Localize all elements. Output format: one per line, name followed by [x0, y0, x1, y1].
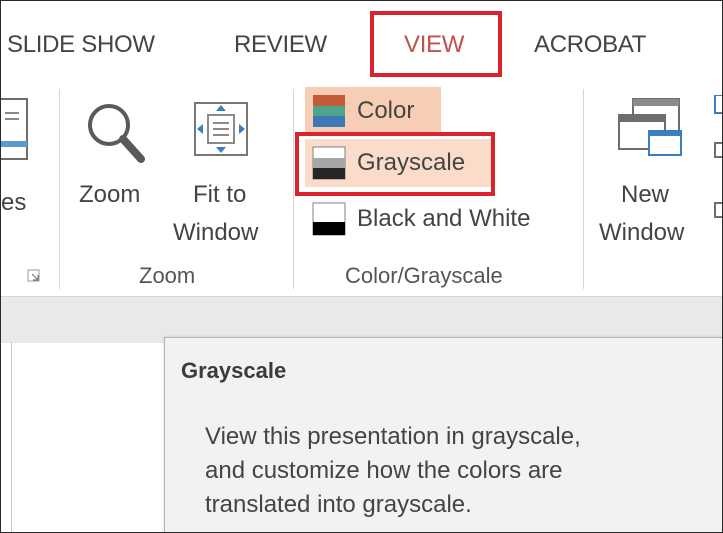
tooltip-description: View this presentation in grayscale, and…: [205, 420, 722, 522]
new-window-label-line1: New: [621, 181, 670, 208]
partial-button-label: es: [1, 189, 27, 216]
color-button[interactable]: Color: [305, 87, 441, 135]
fit-to-window-icon: [194, 102, 248, 156]
new-window-icon: [618, 98, 682, 156]
tab-acrobat[interactable]: ACROBAT: [534, 31, 646, 59]
tab-review[interactable]: REVIEW: [234, 31, 327, 59]
magnifier-icon: [88, 104, 145, 163]
ribbon-collapsed-strip: [1, 296, 722, 343]
new-window-label-line2: Window: [599, 219, 685, 246]
window-frame: SLIDE SHOW REVIEW VIEW ACROBAT es Zoom F…: [0, 0, 723, 533]
fit-to-window-label-line1: Fit to: [193, 181, 247, 208]
partial-notes-button[interactable]: es: [1, 95, 41, 216]
group-separator: [583, 89, 584, 289]
group-separator: [293, 89, 294, 289]
notes-page-icon: [1, 98, 28, 160]
fit-to-window-button[interactable]: Fit to Window: [169, 89, 281, 259]
black-and-white-label: Black and White: [357, 205, 531, 232]
zoom-label: Zoom: [79, 181, 141, 208]
color-grayscale-group-label: Color/Grayscale: [345, 263, 503, 288]
black-and-white-icon: [311, 201, 347, 237]
tab-slide-show[interactable]: SLIDE SHOW: [7, 31, 155, 59]
tooltip-line: translated into grayscale.: [205, 491, 472, 518]
arrange-all-icon: [714, 94, 722, 218]
color-label: Color: [357, 97, 415, 124]
zoom-button[interactable]: Zoom: [73, 89, 163, 219]
grayscale-tooltip: Grayscale View this presentation in gray…: [164, 337, 722, 532]
grayscale-highlight-box: [295, 132, 495, 196]
slide-pane-edge: [1, 342, 12, 532]
ribbon-tab-strip: SLIDE SHOW REVIEW VIEW ACROBAT: [1, 1, 722, 85]
new-window-button[interactable]: New Window: [595, 89, 707, 259]
black-and-white-button[interactable]: Black and White: [305, 195, 565, 243]
group-separator: [59, 89, 60, 289]
partial-arrange-icons[interactable]: [713, 94, 722, 225]
dialog-launcher-icon[interactable]: [27, 269, 41, 283]
zoom-group-label: Zoom: [139, 263, 196, 288]
fit-to-window-label-line2: Window: [173, 219, 259, 246]
tooltip-line: View this presentation in grayscale,: [205, 423, 581, 450]
color-icon: [311, 93, 347, 129]
tooltip-line: and customize how the colors are: [205, 457, 563, 484]
tooltip-title: Grayscale: [181, 358, 287, 383]
tab-view[interactable]: VIEW: [404, 31, 464, 59]
